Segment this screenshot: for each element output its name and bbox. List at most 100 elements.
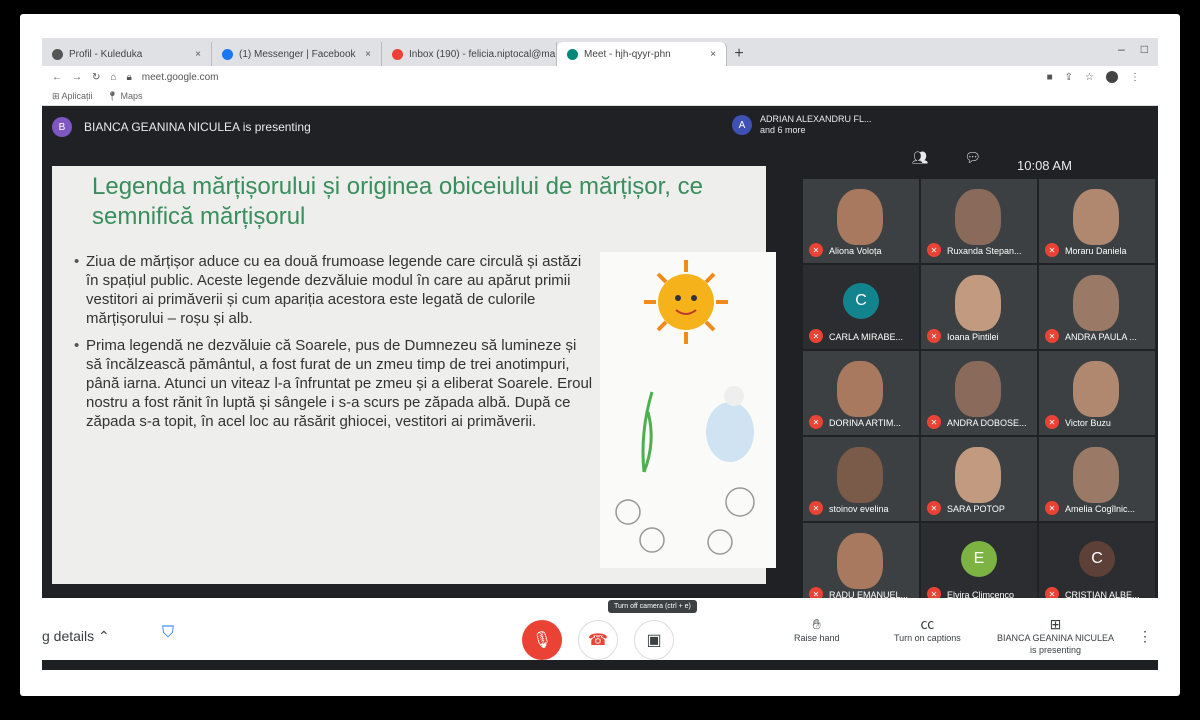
participant-video: [955, 361, 1001, 417]
participant-name: Moraru Daniela: [1065, 246, 1127, 256]
participant-tile[interactable]: ✕ Ioana Pintilei: [920, 264, 1038, 350]
participant-tile[interactable]: ✕ RADU EMANUEL...: [802, 522, 920, 608]
os-taskbar: [42, 660, 1158, 670]
participant-tile[interactable]: ✕ Aliona Voloța: [802, 178, 920, 264]
participant-name: Ioana Pintilei: [947, 332, 999, 342]
participant-tile[interactable]: ✕ SARA POTOP: [920, 436, 1038, 522]
snowdrop-icon: [641, 391, 654, 473]
camera-tooltip: Turn off camera (ctrl + e): [608, 600, 697, 613]
snowflake-icons: [615, 487, 755, 555]
address-bar: ← → ↻ ⌂ 🔒︎ meet.google.com ■ ⇪ ☆ ⋮: [42, 66, 1158, 88]
participant-video: [955, 275, 1001, 331]
forward-icon[interactable]: →: [72, 72, 82, 83]
muted-mic-icon: ✕: [1045, 501, 1059, 515]
muted-mic-icon: ✕: [809, 415, 823, 429]
clock-time: 10:08 AM: [1017, 158, 1072, 173]
presenting-button[interactable]: ⊞ BIANCA GEANINA NICULEA is presenting: [997, 616, 1114, 656]
chat-icon[interactable]: 💬︎: [965, 150, 982, 166]
close-tab-icon[interactable]: ×: [710, 49, 716, 60]
participant-tile[interactable]: C ✕ CARLA MIRABE...: [802, 264, 920, 350]
participant-name: CARLA MIRABE...: [829, 332, 904, 342]
close-tab-icon[interactable]: ×: [195, 49, 201, 60]
participant-tile[interactable]: ✕ DORINA ARTIM...: [802, 350, 920, 436]
new-tab-icon[interactable]: +: [727, 42, 751, 66]
participant-video: [837, 189, 883, 245]
participant-avatar: C: [1079, 541, 1115, 577]
back-icon[interactable]: ←: [52, 72, 62, 83]
participants-grid: ✕ Aliona Voloța ✕ Ruxanda Stepan... ✕ Moraru …: [802, 178, 1156, 612]
participant-name: Amelia Cogîlnic...: [1065, 504, 1136, 514]
menu-icon[interactable]: ⋮: [1130, 72, 1140, 83]
participant-name: SARA POTOP: [947, 504, 1005, 514]
participant-tile[interactable]: C ✕ CRISTIAN ALBE...: [1038, 522, 1156, 608]
participant-tile[interactable]: ✕ Ruxanda Stepan...: [920, 178, 1038, 264]
star-icon[interactable]: ☆: [1085, 72, 1094, 83]
muted-mic-icon: ✕: [1045, 243, 1059, 257]
captions-button[interactable]: ㏄ Turn on captions: [894, 617, 961, 644]
slide-bullet: Ziua de mărțișor aduce cu ea două frumoa…: [74, 252, 596, 328]
meet-top-icons: 👥︎ 💬︎: [912, 150, 981, 166]
tab-favicon-icon: [222, 48, 233, 60]
bookmark-maps[interactable]: 📍︎ Maps: [107, 91, 143, 102]
share-icon[interactable]: ⇪: [1065, 72, 1073, 83]
muted-mic-icon: ✕: [1045, 329, 1059, 343]
home-icon[interactable]: ⌂: [110, 72, 116, 83]
camera-button[interactable]: ▣: [634, 620, 674, 660]
active-speaker-chip[interactable]: A ADRIAN ALEXANDRU FL... and 6 more: [732, 114, 872, 136]
tab-favicon-icon: [392, 48, 403, 60]
muted-mic-icon: ✕: [809, 243, 823, 257]
sun-icon: [644, 260, 728, 344]
muted-mic-icon: ✕: [927, 501, 941, 515]
participant-name: DORINA ARTIM...: [829, 418, 901, 428]
participant-video: [1073, 361, 1119, 417]
muted-mic-icon: ✕: [1045, 415, 1059, 429]
photo-frame: Profil - Kuleduka × (1) Messenger | Facebo…: [20, 14, 1180, 696]
url-text[interactable]: meet.google.com: [142, 72, 219, 83]
mic-off-button[interactable]: 🎙︎: [522, 620, 562, 660]
browser-tab[interactable]: (1) Messenger | Facebook ×: [212, 42, 382, 66]
participant-avatar: C: [843, 283, 879, 319]
bookmark-apps[interactable]: ⊞ Aplicații: [52, 91, 93, 102]
more-options-icon[interactable]: ⋮: [1138, 628, 1152, 645]
reload-icon[interactable]: ↻: [92, 72, 100, 83]
presenter-avatar: B: [52, 117, 72, 137]
participant-video: [955, 447, 1001, 503]
people-icon[interactable]: 👥︎: [912, 150, 929, 166]
raise-hand-button[interactable]: ✋︎ Raise hand: [794, 617, 840, 644]
participant-tile[interactable]: E ✕ Elvira Climcenco: [920, 522, 1038, 608]
tab-label: Meet - hjh-qyyr-phn: [584, 48, 671, 60]
profile-avatar[interactable]: [1106, 71, 1118, 83]
participant-video: [1073, 189, 1119, 245]
present-screen-icon: ⊞: [1049, 616, 1062, 632]
hero-figure-icon: [706, 386, 754, 462]
participant-tile[interactable]: ✕ Victor Buzu: [1038, 350, 1156, 436]
participant-name: stoinov evelina: [829, 504, 889, 514]
browser-tab[interactable]: Profil - Kuleduka ×: [42, 42, 212, 66]
participant-name: Aliona Voloța: [829, 246, 882, 256]
meeting-details-button[interactable]: g details ⌃: [42, 628, 110, 645]
minimize-icon[interactable]: –: [1118, 42, 1125, 56]
browser-tab[interactable]: Meet - hjh-qyyr-phn ×: [557, 42, 727, 66]
muted-mic-icon: ✕: [927, 415, 941, 429]
participant-name: Ruxanda Stepan...: [947, 246, 1022, 256]
chevron-up-icon: ⌃: [98, 628, 110, 644]
maximize-icon[interactable]: □: [1141, 42, 1148, 56]
hang-up-button[interactable]: ☎︎: [578, 620, 618, 660]
participant-video: [1073, 275, 1119, 331]
participant-tile[interactable]: ✕ ANDRA PAULA ...: [1038, 264, 1156, 350]
speaker-avatar: A: [732, 115, 752, 135]
phone-hangup-icon: ☎︎: [588, 632, 608, 649]
participant-video: [955, 189, 1001, 245]
presentation-slide: Legenda mărțișorului și originea obiceiu…: [52, 166, 776, 584]
participant-tile[interactable]: ✕ ANDRA DOBOSE...: [920, 350, 1038, 436]
participant-tile[interactable]: ✕ Amelia Cogîlnic...: [1038, 436, 1156, 522]
participant-tile[interactable]: ✕ Moraru Daniela: [1038, 178, 1156, 264]
participant-tile[interactable]: ✕ stoinov evelina: [802, 436, 920, 522]
speaker-more: and 6 more: [760, 125, 806, 135]
close-tab-icon[interactable]: ×: [365, 49, 371, 60]
shield-icon[interactable]: ⛉: [162, 624, 180, 646]
camera-indicator-icon[interactable]: ■: [1047, 72, 1053, 83]
sun-snowdrop-illustration: [615, 260, 755, 555]
browser-tab[interactable]: Inbox (190) - felicia.niptocal@mail×: [382, 42, 557, 66]
slide-bullet: Prima legendă ne dezvăluie că Soarele, p…: [74, 336, 596, 431]
